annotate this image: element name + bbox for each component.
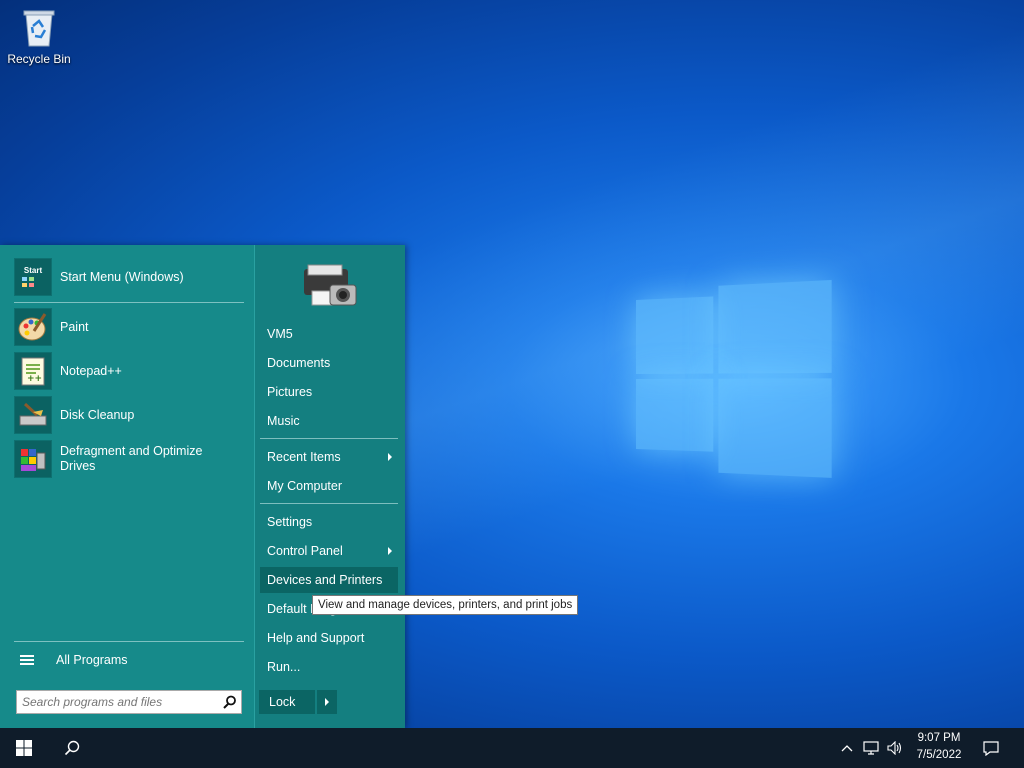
disk-cleanup-icon xyxy=(14,396,52,434)
program-item-paint[interactable]: Paint xyxy=(14,307,248,347)
places-item-label: VM5 xyxy=(267,327,293,341)
places-item-pictures[interactable]: Pictures xyxy=(260,379,398,405)
taskbar: 9:07 PM 7/5/2022 xyxy=(0,728,1024,768)
search-programs-input[interactable] xyxy=(17,692,219,712)
places-item-label: Recent Items xyxy=(267,450,341,464)
places-item-label: Music xyxy=(267,414,300,428)
divider xyxy=(260,503,398,504)
places-item-label: Help and Support xyxy=(267,631,365,645)
svg-text:++: ++ xyxy=(27,374,42,384)
all-programs-button[interactable]: All Programs xyxy=(14,649,248,671)
places-item-settings[interactable]: Settings xyxy=(260,509,398,535)
network-icon xyxy=(863,741,879,755)
places-item-label: Documents xyxy=(267,356,331,370)
network-button[interactable] xyxy=(860,728,882,768)
divider xyxy=(14,641,244,642)
places-item-devices-and-printers[interactable]: Devices and Printers xyxy=(260,567,398,593)
divider xyxy=(260,438,398,439)
pinned-item-label: Start Menu (Windows) xyxy=(60,269,184,284)
lock-label: Lock xyxy=(269,695,296,709)
lock-button-group: Lock xyxy=(259,690,337,714)
places-item-label: Control Panel xyxy=(267,544,343,558)
places-item-vm5[interactable]: VM5 xyxy=(260,321,398,347)
volume-button[interactable] xyxy=(884,728,906,768)
start-menu-icon: Start xyxy=(14,258,52,296)
lock-button[interactable]: Lock xyxy=(259,690,315,714)
tooltip: View and manage devices, printers, and p… xyxy=(312,595,579,615)
devices-printers-picture-icon xyxy=(300,263,358,313)
paint-icon xyxy=(14,308,52,346)
places-item-documents[interactable]: Documents xyxy=(260,350,398,376)
action-center-button[interactable] xyxy=(978,728,1004,768)
chevron-right-icon xyxy=(325,698,329,706)
wallpaper-windows-logo xyxy=(636,279,832,490)
tile-text: Start xyxy=(23,265,43,275)
clock-time: 9:07 PM xyxy=(917,732,961,744)
clock-date: 7/5/2022 xyxy=(916,749,962,761)
action-center-icon xyxy=(983,740,999,756)
places-item-label: Devices and Printers xyxy=(267,573,383,587)
start-button[interactable] xyxy=(0,728,48,768)
submenu-arrow-icon xyxy=(388,453,392,461)
program-item-disk-cleanup[interactable]: Disk Cleanup xyxy=(14,395,248,435)
program-item-defragment[interactable]: Defragment and Optimize Drives xyxy=(14,439,248,479)
start-menu-places-column: VM5 Documents Pictures Music Recent Item… xyxy=(254,245,405,728)
start-menu-programs-column: Start Start Menu (Windows) Paint ++ Note… xyxy=(0,245,254,728)
program-label: Disk Cleanup xyxy=(60,407,135,422)
pinned-item-start-menu[interactable]: Start Start Menu (Windows) xyxy=(14,257,248,297)
places-item-control-panel[interactable]: Control Panel xyxy=(260,538,398,564)
program-item-notepad-plus-plus[interactable]: ++ Notepad++ xyxy=(14,351,248,391)
places-item-my-computer[interactable]: My Computer xyxy=(260,473,398,499)
notepad-plus-plus-icon: ++ xyxy=(14,352,52,390)
chevron-up-icon xyxy=(841,745,853,752)
program-label: Paint xyxy=(60,319,89,334)
recycle-bin-icon xyxy=(21,6,57,47)
search-programs-box[interactable] xyxy=(16,690,242,714)
all-programs-label: All Programs xyxy=(56,652,128,667)
show-hidden-icons-button[interactable] xyxy=(838,728,856,768)
taskbar-search-button[interactable] xyxy=(48,728,96,768)
taskbar-clock[interactable]: 9:07 PM 7/5/2022 xyxy=(904,730,974,766)
list-icon xyxy=(20,653,34,667)
places-item-recent-items[interactable]: Recent Items xyxy=(260,444,398,470)
search-icon xyxy=(64,740,80,756)
places-item-label: My Computer xyxy=(267,479,343,493)
divider xyxy=(14,302,244,303)
places-item-music[interactable]: Music xyxy=(260,408,398,434)
start-menu: Start Start Menu (Windows) Paint ++ Note… xyxy=(0,245,405,728)
program-label: Defragment and Optimize Drives xyxy=(60,444,203,473)
defrag-icon xyxy=(14,440,52,478)
places-item-run[interactable]: Run... xyxy=(260,654,398,680)
program-label: Notepad++ xyxy=(60,363,122,378)
places-item-help-and-support[interactable]: Help and Support xyxy=(260,625,398,651)
desktop-icon-recycle-bin[interactable]: Recycle Bin xyxy=(6,6,72,66)
volume-icon xyxy=(887,741,902,755)
places-item-label: Run... xyxy=(267,660,301,674)
places-item-label: Settings xyxy=(267,515,313,529)
submenu-arrow-icon xyxy=(388,547,392,555)
desktop-icon-label: Recycle Bin xyxy=(7,52,71,66)
shutdown-options-button[interactable] xyxy=(317,690,337,714)
search-icon[interactable] xyxy=(219,695,241,709)
places-item-label: Pictures xyxy=(267,385,313,399)
windows-logo-icon xyxy=(16,740,32,756)
